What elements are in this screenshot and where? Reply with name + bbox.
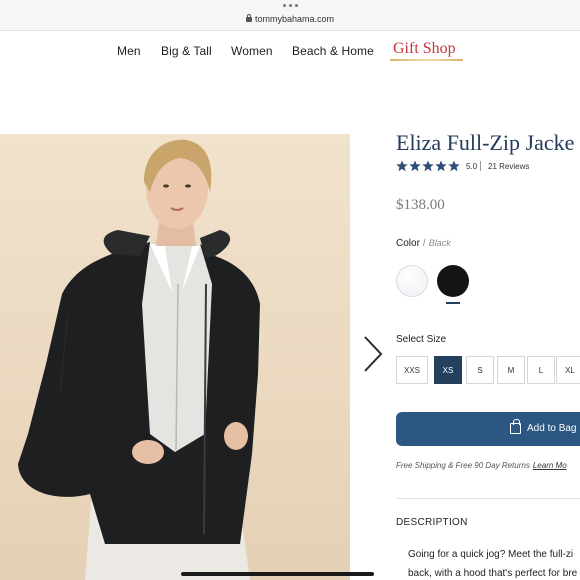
nav-item-gift-shop[interactable]: Gift Shop xyxy=(393,40,456,58)
star-icon xyxy=(409,160,421,172)
add-to-bag-label: Add to Bag xyxy=(527,423,577,434)
browser-menu-dots-icon[interactable] xyxy=(283,4,298,7)
shipping-info: Free Shipping & Free 90 Day Returns Learn… xyxy=(396,461,567,470)
selected-swatch-indicator xyxy=(446,302,460,304)
size-option-xs[interactable]: XS xyxy=(434,356,462,384)
description-line-1: Going for a quick jog? Meet the full-zi xyxy=(408,549,574,560)
shipping-text: Free Shipping & Free 90 Day Returns xyxy=(396,461,530,470)
chevron-right-icon[interactable] xyxy=(360,334,386,374)
size-option-m[interactable]: M xyxy=(497,356,525,384)
section-divider xyxy=(396,498,580,499)
lock-icon xyxy=(245,14,252,22)
main-navigation: Men Big & Tall Women Beach & Home Gift S… xyxy=(0,40,580,64)
color-label: Color / Black xyxy=(396,238,451,249)
product-price: $138.00 xyxy=(396,197,445,213)
nav-item-big-tall[interactable]: Big & Tall xyxy=(161,44,212,58)
size-label: Select Size xyxy=(396,334,447,345)
nav-item-women[interactable]: Women xyxy=(231,44,273,58)
size-option-xxs[interactable]: XXS xyxy=(396,356,428,384)
color-swatch-black[interactable] xyxy=(437,265,469,297)
color-separator: / xyxy=(422,238,426,249)
product-image[interactable] xyxy=(0,134,350,580)
url-text: tommybahama.com xyxy=(254,14,335,24)
browser-address-bar: tommybahama.com xyxy=(0,0,580,31)
selected-color-value: Black xyxy=(428,238,451,248)
gift-shop-underline xyxy=(390,59,463,61)
rating-divider xyxy=(480,161,481,171)
product-title: Eliza Full-Zip Jacke xyxy=(396,130,575,155)
star-icon xyxy=(422,160,434,172)
add-to-bag-button[interactable]: Add to Bag xyxy=(396,412,580,446)
star-icon xyxy=(396,160,408,172)
shopping-bag-icon xyxy=(510,419,521,434)
url-display[interactable]: tommybahama.com xyxy=(0,14,580,24)
color-label-text: Color xyxy=(396,238,420,249)
star-icon xyxy=(435,160,447,172)
description-line-2: back, with a hood that's perfect for bre xyxy=(408,568,578,579)
nav-item-men[interactable]: Men xyxy=(117,44,141,58)
reviews-link[interactable]: 21 Reviews xyxy=(488,162,529,171)
learn-more-link[interactable]: Learn Mo xyxy=(533,461,567,470)
rating-value: 5.0 xyxy=(466,162,478,171)
star-rating xyxy=(396,160,460,172)
size-option-l[interactable]: L xyxy=(527,356,555,384)
size-option-xl[interactable]: XL xyxy=(556,356,580,384)
star-icon xyxy=(448,160,460,172)
home-indicator-bar[interactable] xyxy=(181,572,374,576)
size-option-s[interactable]: S xyxy=(466,356,494,384)
color-swatch-white[interactable] xyxy=(396,265,428,297)
description-heading[interactable]: DESCRIPTION xyxy=(396,517,468,528)
nav-item-beach-home[interactable]: Beach & Home xyxy=(292,44,374,58)
